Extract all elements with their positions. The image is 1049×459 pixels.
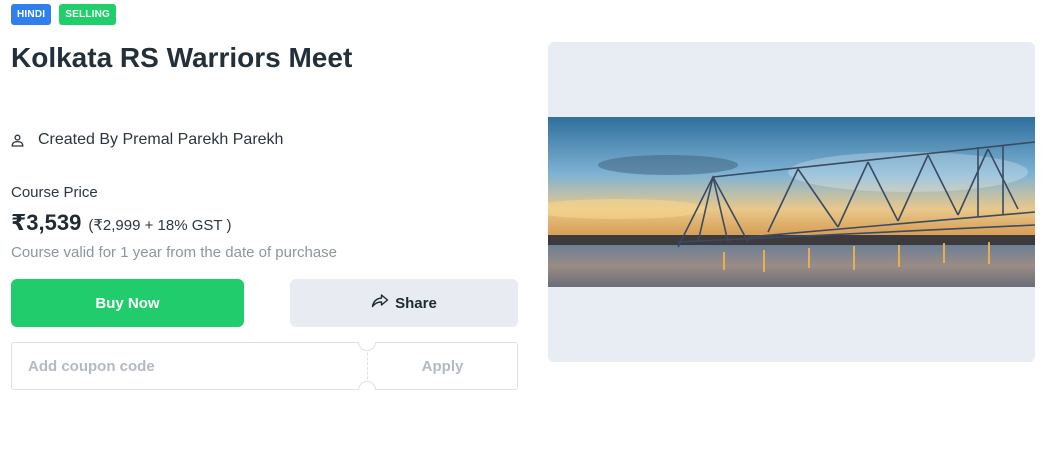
badge-group: HINDI SELLING bbox=[11, 4, 116, 25]
share-label: Share bbox=[395, 294, 437, 312]
creator-row: Created By Premal Parekh Parekh bbox=[11, 131, 283, 149]
course-title: Kolkata RS Warriors Meet bbox=[11, 42, 353, 73]
course-thumbnail bbox=[548, 42, 1035, 362]
buy-now-button[interactable]: Buy Now bbox=[11, 279, 244, 327]
price-breakdown: (₹2,999 + 18% GST ) bbox=[88, 217, 232, 234]
coupon-box: Apply bbox=[11, 342, 518, 390]
price-row: ₹3,539 (₹2,999 + 18% GST ) bbox=[11, 210, 231, 236]
course-price: ₹3,539 bbox=[11, 210, 82, 235]
apply-coupon-button[interactable]: Apply bbox=[368, 343, 517, 389]
share-button[interactable]: Share bbox=[290, 279, 518, 327]
coupon-input[interactable] bbox=[12, 343, 366, 389]
language-badge: HINDI bbox=[11, 4, 52, 25]
validity-note: Course valid for 1 year from the date of… bbox=[11, 244, 338, 261]
bridge-image bbox=[548, 117, 1035, 287]
creator-name: Created By Premal Parekh Parekh bbox=[38, 131, 284, 148]
status-badge: SELLING bbox=[59, 4, 116, 25]
user-icon bbox=[11, 134, 24, 147]
price-label: Course Price bbox=[11, 184, 98, 201]
share-arrow-icon bbox=[371, 293, 389, 313]
